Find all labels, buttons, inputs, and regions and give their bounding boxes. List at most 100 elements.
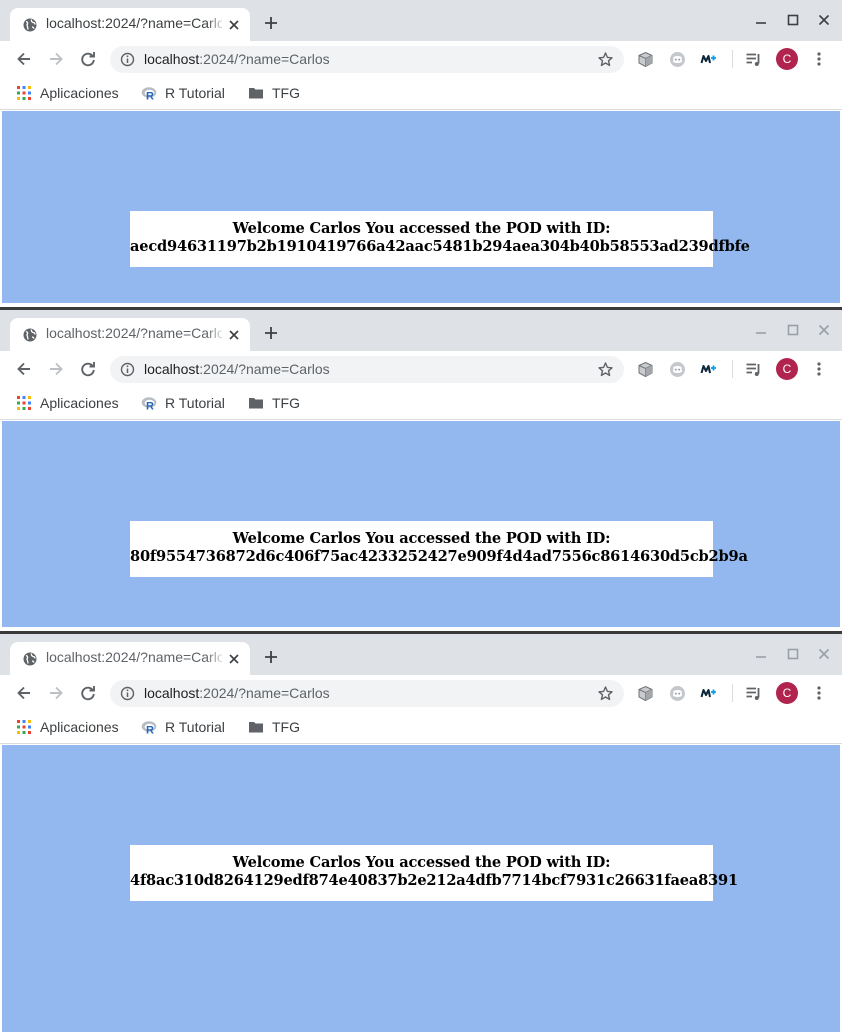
bookmark-r-tutorial[interactable]: R R Tutorial <box>141 393 225 413</box>
page-content: Welcome Carlos You accessed the POD with… <box>2 111 840 303</box>
url-path: :2024/?name=Carlos <box>199 51 330 67</box>
bookmark-r-tutorial[interactable]: R R Tutorial <box>141 717 225 737</box>
welcome-text: Welcome Carlos You accessed the POD with… <box>232 530 611 547</box>
plus-icon[interactable] <box>262 324 280 342</box>
toolbar: localhost:2024/?name=Carlos C <box>0 675 842 711</box>
bookmark-label: TFG <box>272 85 300 101</box>
tab-strip: localhost:2024/?name=Carlos <box>0 310 842 351</box>
media-queue-icon[interactable] <box>745 685 762 702</box>
folder-icon <box>249 722 263 733</box>
minimize-icon[interactable] <box>753 322 769 338</box>
media-queue-icon[interactable] <box>745 361 762 378</box>
welcome-text: Welcome Carlos You accessed the POD with… <box>232 220 611 237</box>
bookmark-r-tutorial[interactable]: R R Tutorial <box>141 83 225 103</box>
maximize-icon[interactable] <box>785 646 801 662</box>
svg-text:R: R <box>146 401 154 412</box>
plus-icon[interactable] <box>262 14 280 32</box>
toolbar-separator <box>732 684 733 702</box>
globe-icon <box>23 328 37 342</box>
reload-icon[interactable] <box>79 684 97 702</box>
back-icon[interactable] <box>15 360 33 378</box>
globe-icon <box>23 652 37 666</box>
url-text[interactable]: localhost:2024/?name=Carlos <box>144 51 330 67</box>
discord-icon[interactable] <box>669 51 686 68</box>
close-icon[interactable] <box>226 327 242 343</box>
cube-extension-icon[interactable] <box>637 685 654 702</box>
r-logo-icon: R <box>141 87 157 101</box>
star-icon[interactable] <box>597 51 614 68</box>
movistar-icon[interactable] <box>700 361 717 378</box>
close-icon[interactable] <box>816 646 832 662</box>
cube-extension-icon[interactable] <box>637 361 654 378</box>
tab-title: localhost:2024/?name=Carlos <box>46 649 222 665</box>
info-icon[interactable] <box>120 52 135 67</box>
media-queue-icon[interactable] <box>745 51 762 68</box>
discord-icon[interactable] <box>669 685 686 702</box>
tab-strip: localhost:2024/?name=Carlos <box>0 634 842 675</box>
kebab-menu-icon[interactable] <box>811 361 827 377</box>
bookmark-apps[interactable]: Aplicaciones <box>16 83 119 103</box>
forward-icon[interactable] <box>47 684 65 702</box>
page-content: Welcome Carlos You accessed the POD with… <box>2 421 840 627</box>
minimize-icon[interactable] <box>753 646 769 662</box>
star-icon[interactable] <box>597 685 614 702</box>
welcome-message-box: Welcome Carlos You accessed the POD with… <box>130 845 738 901</box>
profile-avatar[interactable]: C <box>776 48 798 70</box>
bookmarks-bar: Aplicaciones R R Tutorial TFG <box>0 387 842 420</box>
profile-avatar[interactable]: C <box>776 682 798 704</box>
reload-icon[interactable] <box>79 50 97 68</box>
browser-window-3: localhost:2024/?name=Carlos localhost:20… <box>0 634 842 1032</box>
minimize-icon[interactable] <box>753 12 769 28</box>
tab-title: localhost:2024/?name=Carlos <box>46 325 222 341</box>
kebab-menu-icon[interactable] <box>811 51 827 67</box>
url-text[interactable]: localhost:2024/?name=Carlos <box>144 361 330 377</box>
browser-tab[interactable]: localhost:2024/?name=Carlos <box>10 8 250 41</box>
toolbar-separator <box>732 50 733 68</box>
movistar-icon[interactable] <box>700 685 717 702</box>
bookmark-label: TFG <box>272 719 300 735</box>
bookmark-folder-tfg[interactable]: TFG <box>248 717 300 737</box>
browser-tab[interactable]: localhost:2024/?name=Carlos <box>10 642 250 675</box>
browser-window-1: localhost:2024/?name=Carlos localhost:20… <box>0 0 842 307</box>
bookmark-apps[interactable]: Aplicaciones <box>16 393 119 413</box>
bookmark-label: Aplicaciones <box>40 395 119 411</box>
folder-icon <box>249 88 263 99</box>
info-icon[interactable] <box>120 686 135 701</box>
cube-extension-icon[interactable] <box>637 51 654 68</box>
maximize-icon[interactable] <box>785 322 801 338</box>
forward-icon[interactable] <box>47 360 65 378</box>
browser-tab[interactable]: localhost:2024/?name=Carlos <box>10 318 250 351</box>
bookmark-label: R Tutorial <box>165 719 225 735</box>
pod-id: aecd94631197b2b1910419766a42aac5481b294a… <box>130 238 750 255</box>
back-icon[interactable] <box>15 684 33 702</box>
page-content: Welcome Carlos You accessed the POD with… <box>2 745 840 1032</box>
bookmark-folder-tfg[interactable]: TFG <box>248 393 300 413</box>
tab-strip: localhost:2024/?name=Carlos <box>0 0 842 41</box>
forward-icon[interactable] <box>47 50 65 68</box>
reload-icon[interactable] <box>79 360 97 378</box>
address-bar[interactable]: localhost:2024/?name=Carlos <box>110 680 624 707</box>
address-bar[interactable]: localhost:2024/?name=Carlos <box>110 356 624 383</box>
maximize-icon[interactable] <box>785 12 801 28</box>
star-icon[interactable] <box>597 361 614 378</box>
movistar-icon[interactable] <box>700 51 717 68</box>
bookmark-folder-tfg[interactable]: TFG <box>248 83 300 103</box>
bookmark-apps[interactable]: Aplicaciones <box>16 717 119 737</box>
close-icon[interactable] <box>226 17 242 33</box>
close-icon[interactable] <box>816 322 832 338</box>
back-icon[interactable] <box>15 50 33 68</box>
svg-text:R: R <box>146 725 154 736</box>
discord-icon[interactable] <box>669 361 686 378</box>
url-text[interactable]: localhost:2024/?name=Carlos <box>144 685 330 701</box>
r-logo-icon: R <box>141 397 157 412</box>
url-host: localhost <box>144 685 200 701</box>
address-bar[interactable]: localhost:2024/?name=Carlos <box>110 46 624 73</box>
kebab-menu-icon[interactable] <box>811 685 827 701</box>
close-icon[interactable] <box>816 12 832 28</box>
close-icon[interactable] <box>226 651 242 667</box>
info-icon[interactable] <box>120 362 135 377</box>
tab-title-fade <box>206 13 226 35</box>
plus-icon[interactable] <box>262 648 280 666</box>
profile-avatar[interactable]: C <box>776 358 798 380</box>
pod-id: 4f8ac310d8264129edf874e40837b2e212a4dfb7… <box>130 872 738 889</box>
